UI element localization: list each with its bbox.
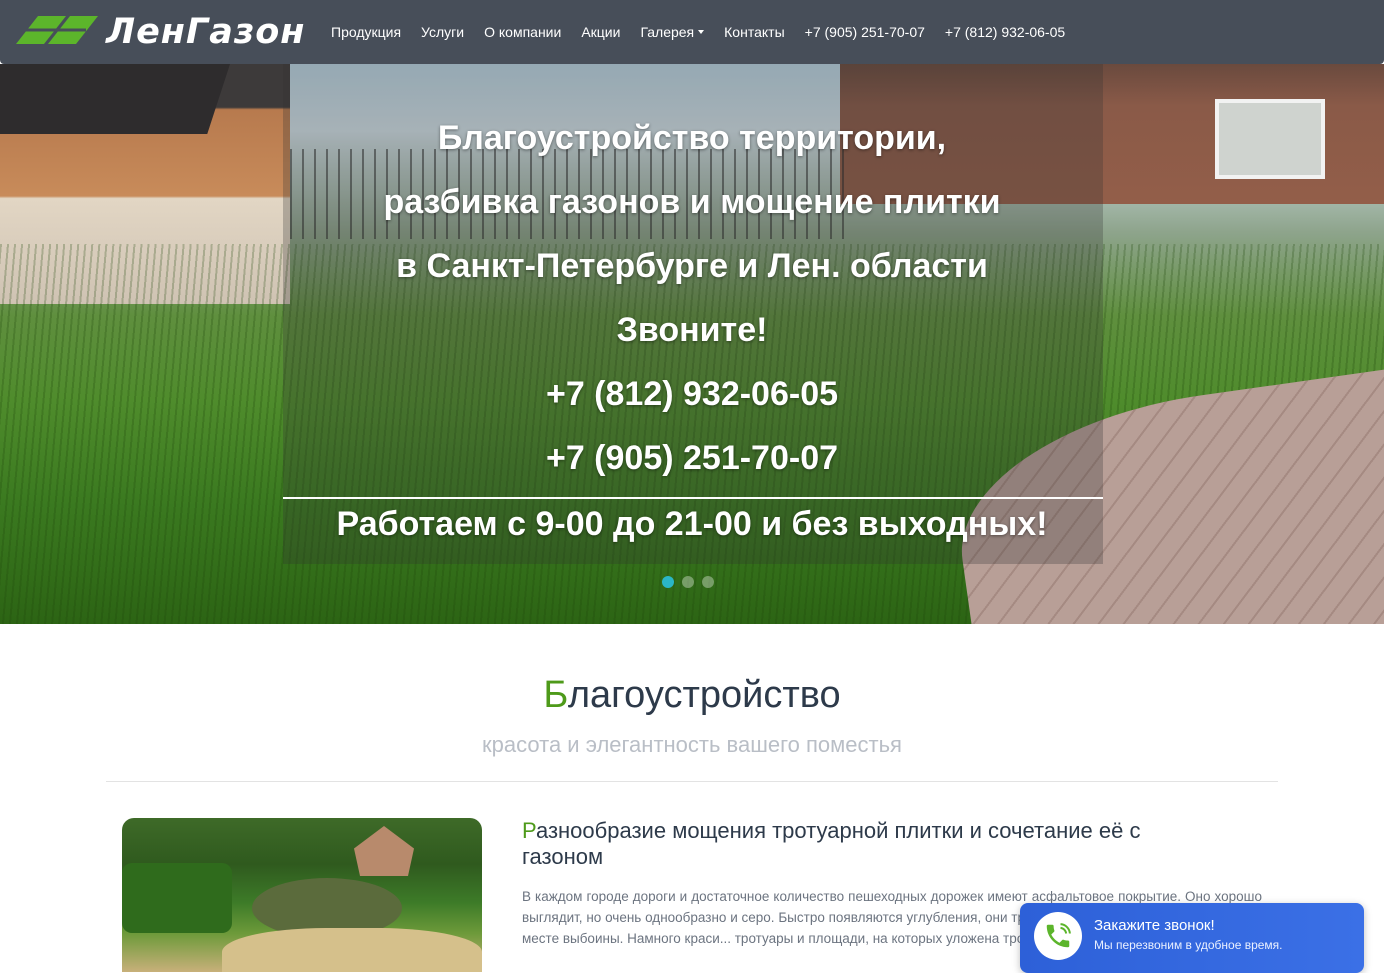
article-title-rest: азнообразие мощения тротуарной плитки и … xyxy=(522,818,1141,869)
nav-services[interactable]: Услуги xyxy=(421,24,464,40)
carousel-dot-2[interactable] xyxy=(682,576,694,588)
nav-products[interactable]: Продукция xyxy=(331,24,401,40)
image-gazebo xyxy=(354,826,414,876)
article-title-initial: Р xyxy=(522,818,536,843)
nav-promotions[interactable]: Акции xyxy=(581,24,620,40)
phone-icon xyxy=(1034,912,1082,960)
hero-phone-1[interactable]: +7 (812) 932-06-05 xyxy=(0,374,1384,414)
nav-about[interactable]: О компании xyxy=(484,24,561,40)
logo-text: ЛенГазон xyxy=(106,12,306,52)
hero-divider xyxy=(283,497,1103,499)
logo-mark-icon xyxy=(16,16,98,44)
article-image xyxy=(122,818,482,972)
hero-line-1: Благоустройство территории, xyxy=(437,119,947,157)
hero-phone-2[interactable]: +7 (905) 251-70-07 xyxy=(0,438,1384,478)
hero-hours: Работаем с 9-00 до 21-00 и без выходных! xyxy=(336,505,1048,543)
callback-subtitle: Мы перезвоним в удобное время. xyxy=(1094,938,1283,952)
nav-gallery-dropdown[interactable]: Галерея xyxy=(640,24,704,40)
navbar: ЛенГазон Продукция Услуги О компании Акц… xyxy=(0,0,1384,64)
carousel-dot-3[interactable] xyxy=(702,576,714,588)
image-path xyxy=(222,928,482,972)
article-title: Разнообразие мощения тротуарной плитки и… xyxy=(522,818,1222,870)
section-title: Благоустройство xyxy=(0,674,1384,717)
section-title-rest: лагоустройство xyxy=(567,674,841,716)
carousel-dot-1[interactable] xyxy=(662,576,674,588)
section-subtitle: красота и элегантность вашего поместья xyxy=(482,732,902,757)
nav-phone-1[interactable]: +7 (905) 251-70-07 xyxy=(805,24,925,40)
callback-widget[interactable]: Закажите звонок! Мы перезвоним в удобное… xyxy=(1020,903,1364,973)
image-hedge xyxy=(122,863,232,933)
hero-call-label: Звоните! xyxy=(616,311,768,349)
hero-line-3: в Санкт-Петербурге и Лен. области xyxy=(396,247,988,285)
carousel-indicators xyxy=(662,576,714,588)
section-title-initial: Б xyxy=(543,674,568,716)
main-nav: Продукция Услуги О компании Акции Галере… xyxy=(331,0,1085,64)
section-divider xyxy=(106,781,1278,782)
logo[interactable]: ЛенГазон xyxy=(16,14,304,50)
callback-title: Закажите звонок! xyxy=(1094,917,1215,934)
nav-contacts[interactable]: Контакты xyxy=(724,24,784,40)
hero-line-2: разбивка газонов и мощение плитки xyxy=(383,183,1001,221)
nav-phone-2[interactable]: +7 (812) 932-06-05 xyxy=(945,24,1065,40)
